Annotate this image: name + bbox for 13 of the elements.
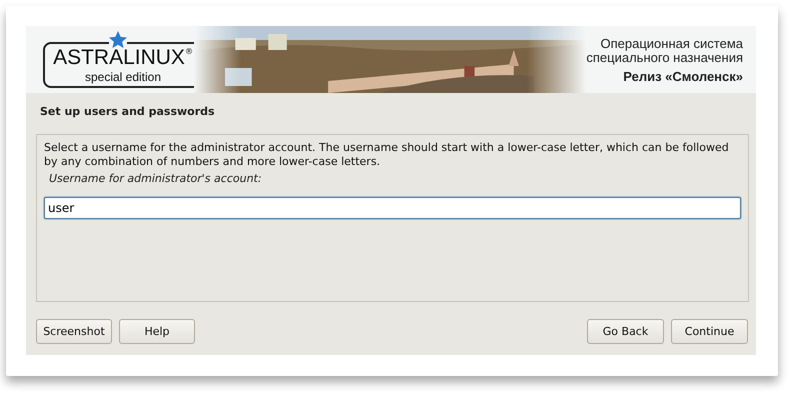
tagline-text: Операционная система [600, 37, 743, 51]
dialog-button[interactable]: Screenshot [36, 319, 112, 344]
logo-name: ASTRALINUX [53, 47, 185, 69]
release-text: Релиз «Смоленск» [623, 69, 743, 84]
page-heading: Set up users and passwords [40, 105, 216, 120]
description-text: Select a username for the administrator account. The username should start with a lower-case letter, which can be followed by any combination of numbers and more lower-case letters. [44, 141, 730, 169]
tagline-text: специального назначения [586, 51, 743, 65]
field-label: Username for administrator's account: [49, 172, 263, 185]
username-field[interactable]: user [44, 197, 741, 219]
dialog-button[interactable]: Help [119, 319, 195, 344]
dialog-button[interactable]: Continue [671, 319, 748, 344]
registered-mark: ® [184, 47, 193, 56]
dialog-button[interactable]: Go Back [587, 319, 664, 344]
